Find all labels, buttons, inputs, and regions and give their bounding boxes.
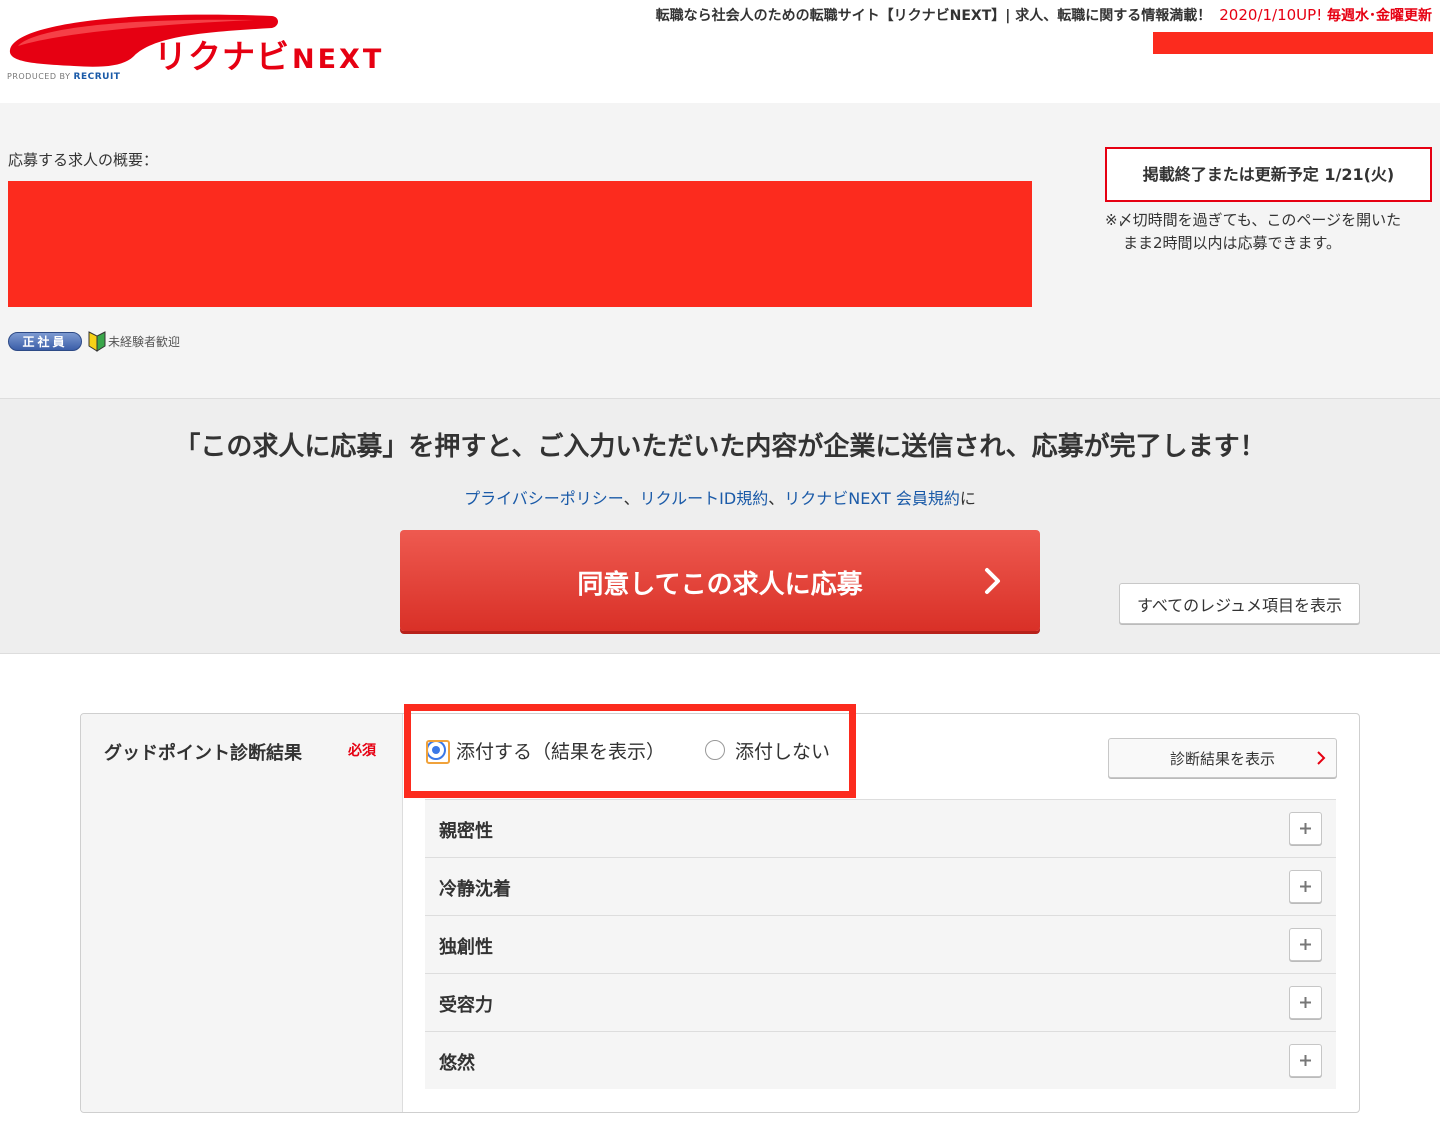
submit-message: 「この求人に応募」を押すと、ご入力いただいた内容が企業に送信され、応募が完了しま…	[174, 432, 1266, 462]
plus-icon	[1300, 1055, 1311, 1066]
produced-by-text: PRODUCED BY	[7, 72, 71, 81]
logo-next: NEXT	[292, 44, 385, 75]
result-row: 独創性	[425, 915, 1336, 973]
radio-attach[interactable]: 添付する（結果を表示）	[426, 737, 665, 764]
plus-icon	[1300, 997, 1311, 1008]
apply-button[interactable]: 同意してこの求人に応募	[400, 530, 1040, 631]
terms-suffix: に	[959, 489, 976, 508]
logo-kana: リクナビ	[154, 37, 290, 76]
plus-icon	[1300, 823, 1311, 834]
show-all-resume-button[interactable]: すべてのレジュメ項目を表示	[1119, 583, 1360, 624]
apply-button-label: 同意してこの求人に応募	[577, 569, 863, 599]
chevron-right-icon	[985, 568, 1000, 594]
terms-separator: 、	[768, 489, 785, 508]
logo-wordmark: リクナビNEXT	[154, 30, 384, 78]
expand-button[interactable]	[1289, 1044, 1322, 1077]
logo-produced-by: PRODUCED BY RECRUIT	[7, 72, 120, 82]
tagline-text: 転職なら社会人のための転職サイト【リクナビNEXT】| 求人、転職に関する情報満…	[655, 8, 1212, 24]
employment-type-badge: 正社員	[8, 332, 82, 351]
privacy-policy-link[interactable]: プライバシーポリシー	[464, 489, 624, 508]
plus-icon	[1300, 881, 1311, 892]
plus-icon	[1300, 939, 1311, 950]
result-row: 親密性	[425, 799, 1336, 857]
radio-focus-ring	[426, 740, 450, 764]
result-row: 冷静沈着	[425, 857, 1336, 915]
field-label-column: グッドポイント診断結果 必須	[81, 714, 403, 1112]
redacted-job-summary	[8, 181, 1032, 307]
chevron-right-icon	[1317, 751, 1326, 765]
expand-button[interactable]	[1289, 986, 1322, 1019]
show-diagnosis-button[interactable]: 診断結果を表示	[1108, 738, 1337, 778]
beginner-label: 未経験者歓迎	[108, 334, 181, 349]
radio-no-attach-label: 添付しない	[735, 740, 831, 763]
site-header: リクナビNEXT PRODUCED BY RECRUIT 転職なら社会人のための…	[0, 0, 1440, 103]
diagnosis-result-list: 親密性 冷静沈着 独創性 受容力 悠然	[425, 799, 1336, 1089]
update-date: 2020/1/10UP!	[1219, 6, 1323, 24]
field-label: グッドポイント診断結果	[104, 743, 302, 764]
radio-no-attach[interactable]: 添付しない	[705, 737, 830, 764]
deadline-note-line2: まま2時間以内は応募できます。	[1123, 234, 1342, 252]
attach-radio-group: 添付する（結果を表示） 添付しない	[426, 733, 830, 767]
beginner-welcome-badge: 未経験者歓迎	[88, 329, 180, 353]
deadline-box: 掲載終了または更新予定 1/21(火)	[1105, 147, 1432, 202]
recruit-text: RECRUIT	[73, 72, 121, 82]
redacted-block	[1153, 32, 1433, 54]
job-summary-section: 応募する求人の概要： 正社員 未経験者歓迎 掲載終了または更新予定 1/21(火…	[0, 103, 1440, 398]
deadline-note: ※〆切時間を過ぎても、このページを開いた まま2時間以内は応募できます。	[1105, 209, 1435, 255]
result-label: 冷静沈着	[439, 879, 511, 900]
member-terms-link[interactable]: リクナビNEXT 会員規約	[784, 489, 960, 508]
result-row: 悠然	[425, 1031, 1336, 1089]
deadline-note-line1: ※〆切時間を過ぎても、このページを開いた	[1105, 211, 1402, 229]
summary-label: 応募する求人の概要：	[8, 151, 159, 169]
result-label: 独創性	[439, 937, 493, 958]
required-badge: 必須	[348, 743, 376, 759]
result-label: 受容力	[439, 995, 493, 1016]
expand-button[interactable]	[1289, 928, 1322, 961]
recruit-id-terms-link[interactable]: リクルートID規約	[640, 489, 769, 508]
expand-button[interactable]	[1289, 812, 1322, 845]
radio-button-unselected[interactable]	[705, 740, 726, 760]
radio-button-selected[interactable]	[426, 740, 450, 764]
wakaba-mark-icon	[88, 331, 106, 352]
result-label: 親密性	[439, 821, 493, 842]
terms-line: プライバシーポリシー、リクルートID規約、リクナビNEXT 会員規約に	[0, 485, 1440, 509]
update-info: 2020/1/10UP! 毎週水･金曜更新	[1219, 6, 1432, 24]
result-label: 悠然	[439, 1053, 475, 1074]
header-tagline: 転職なら社会人のための転職サイト【リクナビNEXT】| 求人、転職に関する情報満…	[656, 5, 1432, 25]
update-schedule: 毎週水･金曜更新	[1327, 8, 1432, 24]
radio-attach-label: 添付する（結果を表示）	[456, 740, 666, 763]
expand-button[interactable]	[1289, 870, 1322, 903]
submit-section: 「この求人に応募」を押すと、ご入力いただいた内容が企業に送信され、応募が完了しま…	[0, 398, 1440, 654]
show-diagnosis-label: 診断結果を表示	[1169, 750, 1275, 768]
result-row: 受容力	[425, 973, 1336, 1031]
terms-separator: 、	[623, 489, 640, 508]
rikunabi-next-logo[interactable]: リクナビNEXT PRODUCED BY RECRUIT	[4, 6, 381, 86]
